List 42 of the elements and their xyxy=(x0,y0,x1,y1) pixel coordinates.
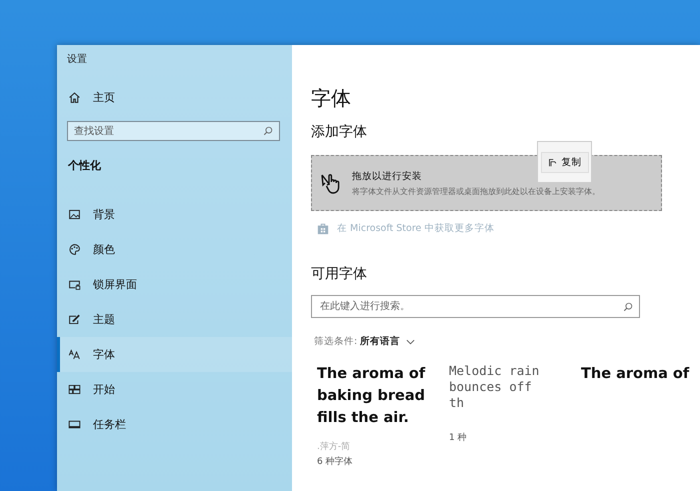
home-icon xyxy=(68,90,81,104)
sidebar-item[interactable]: 锁屏界面 xyxy=(57,267,292,302)
font-count: 1 种 xyxy=(449,432,468,444)
page-title: 字体 xyxy=(311,85,351,112)
store-bag-icon xyxy=(317,222,329,234)
font-count: 6 种字体 xyxy=(317,456,354,468)
image-icon xyxy=(68,208,81,221)
drop-zone-title: 拖放以进行安装 xyxy=(352,170,423,182)
font-preview: The aroma of baking bread fills the air. xyxy=(317,365,426,428)
font-search-field[interactable]: 在此键入进行搜索。 xyxy=(311,295,640,318)
home-nav-item[interactable]: 主页 xyxy=(57,81,292,113)
copy-arrow-icon xyxy=(548,158,556,166)
start-tiles-icon xyxy=(68,383,81,396)
sidebar-item[interactable]: 字体 xyxy=(57,337,292,372)
font-card[interactable]: Melodic rain bounces off th 1 种 xyxy=(449,363,561,468)
chevron-down-icon xyxy=(406,338,416,344)
taskbar-icon xyxy=(68,418,81,431)
section-heading: 个性化 xyxy=(66,158,102,174)
search-field[interactable]: 查找设置 xyxy=(67,121,280,141)
theme-icon xyxy=(68,313,81,326)
font-card[interactable]: The aroma of xyxy=(581,363,693,468)
search-icon xyxy=(623,302,633,312)
sidebar-item[interactable]: 开始 xyxy=(57,372,292,407)
section-heading: 可用字体 xyxy=(311,265,367,283)
font-preview: Melodic rain bounces off th xyxy=(449,363,540,412)
lock-screen-icon xyxy=(68,278,81,291)
filter-label: 筛选条件: xyxy=(314,335,358,348)
drop-zone-description: 将字体文件从文件资源管理器或桌面拖放到此处以在设备上安装字体。 xyxy=(352,186,600,196)
font-name: .萍方-简 xyxy=(317,440,352,453)
font-icon xyxy=(68,348,81,361)
sidebar-item[interactable]: 主题 xyxy=(57,302,292,337)
copy-badge: 复制 xyxy=(540,152,588,172)
search-icon xyxy=(263,126,273,136)
font-preview: The aroma of xyxy=(581,365,690,384)
section-heading: 添加字体 xyxy=(311,123,367,141)
font-card[interactable]: The aroma of baking bread fills the air. .萍方-简 6 种字体 xyxy=(317,363,429,468)
sidebar-item[interactable]: 任务栏 xyxy=(57,407,292,442)
window-title: 设置 xyxy=(66,52,88,67)
sidebar-item[interactable]: 颜色 xyxy=(57,232,292,267)
palette-icon xyxy=(68,243,81,256)
sidebar-item[interactable]: 背景 xyxy=(57,197,292,232)
language-filter-dropdown[interactable]: 所有语言 xyxy=(360,335,416,348)
